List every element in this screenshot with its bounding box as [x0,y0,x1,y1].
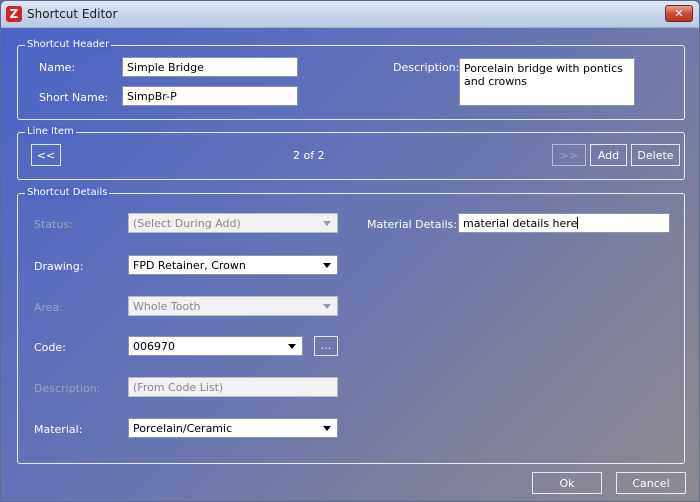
code-label: Code: [34,341,66,354]
short-name-input[interactable]: SimpBr-P [122,86,298,106]
next-item-label: >> [559,149,579,162]
delete-button[interactable]: Delete [631,144,680,166]
drawing-select[interactable]: FPD Retainer, Crown [128,255,338,275]
shortcut-header-group: Shortcut Header Name: Simple Bridge Shor… [17,39,685,120]
code-select[interactable]: 006970 [128,336,303,356]
previous-item-label: << [36,149,56,162]
window-title: Shortcut Editor [27,7,118,21]
shortcut-details-legend: Shortcut Details [25,187,110,199]
item-counter: 2 of 2 [293,149,325,162]
code-value: 006970 [133,340,175,353]
material-value: Porcelain/Ceramic [133,422,233,435]
chevron-down-icon [323,304,331,309]
material-label: Material: [34,423,83,436]
ok-button[interactable]: Ok [532,472,602,494]
header-description-input[interactable]: Porcelain bridge with pontics and crowns [459,58,635,106]
material-details-input[interactable]: material details here [458,213,670,233]
chevron-down-icon [288,344,296,349]
add-button-label: Add [597,149,620,162]
add-button[interactable]: Add [590,144,627,166]
next-item-button[interactable]: >> [552,144,586,166]
cancel-button-label: Cancel [632,477,670,490]
details-description-input: (From Code List) [128,377,338,397]
code-browse-button[interactable]: ... [314,336,338,356]
close-button[interactable]: ✕ [665,5,693,22]
header-description-label: Description: [393,61,460,74]
line-item-legend: Line Item [25,126,76,138]
short-name-label: Short Name: [39,91,109,104]
material-details-label: Material Details: [367,218,458,231]
chevron-down-icon [323,263,331,268]
name-label: Name: [39,61,76,74]
material-details-value: material details here [463,217,578,230]
text-caret [577,217,579,229]
chevron-down-icon [323,221,331,226]
shortcut-details-group: Shortcut Details Status: (Select During … [17,187,685,464]
material-select[interactable]: Porcelain/Ceramic [128,418,338,438]
status-label: Status: [34,218,73,231]
drawing-value: FPD Retainer, Crown [133,259,246,272]
cancel-button[interactable]: Cancel [616,472,686,494]
title-bar: Z Shortcut Editor ✕ [1,1,699,28]
area-label: Area: [34,301,64,314]
details-description-label: Description: [34,382,101,395]
shortcut-header-legend: Shortcut Header [25,39,112,51]
area-select[interactable]: Whole Tooth [128,296,338,316]
status-value: (Select During Add) [133,217,241,230]
app-logo-icon: Z [6,6,22,22]
delete-button-label: Delete [637,149,674,162]
code-browse-label: ... [320,339,332,352]
ok-button-label: Ok [559,477,575,490]
status-select[interactable]: (Select During Add) [128,213,338,233]
previous-item-button[interactable]: << [31,144,61,166]
area-value: Whole Tooth [133,300,201,313]
chevron-down-icon [323,426,331,431]
shortcut-editor-window: Z Shortcut Editor ✕ Shortcut Header Name… [0,0,700,502]
name-input[interactable]: Simple Bridge [122,57,298,77]
drawing-label: Drawing: [34,260,84,273]
line-item-group: Line Item << 2 of 2 >> Add Delete [17,126,685,180]
